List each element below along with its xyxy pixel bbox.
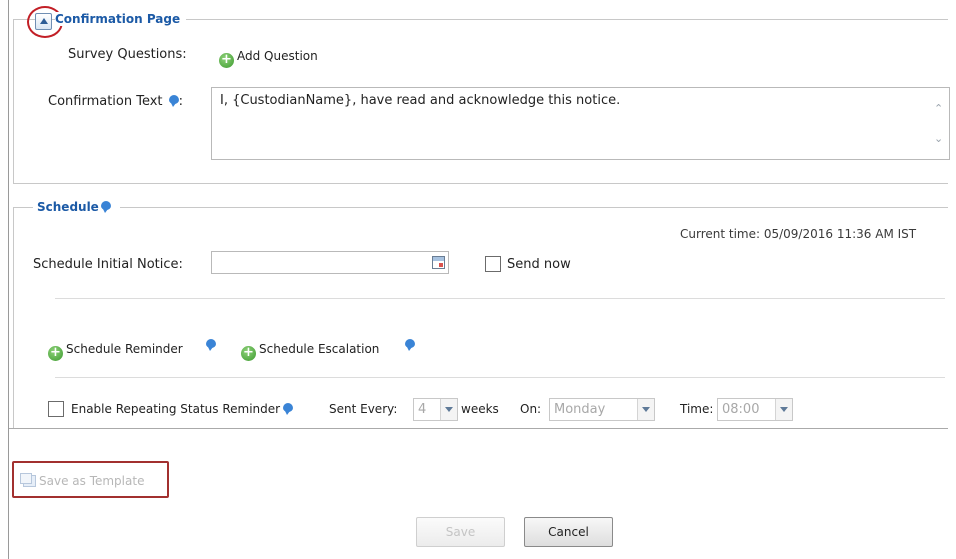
time-value: 08:00 [722, 402, 760, 417]
save-as-template-label: Save as Template [39, 474, 145, 488]
info-icon[interactable] [168, 95, 179, 107]
confirmation-text-field[interactable]: I, {CustodianName}, have read and acknow… [211, 87, 950, 160]
current-time-text: Current time: 05/09/2016 11:36 AM IST [680, 227, 917, 241]
schedule-divider-2 [55, 377, 945, 378]
save-as-template-button[interactable]: Save as Template [20, 473, 145, 488]
send-now-checkbox[interactable] [485, 256, 501, 272]
chevron-down-icon[interactable] [637, 399, 654, 420]
time-label: Time: [680, 402, 714, 416]
schedule-divider-1 [55, 298, 945, 299]
confirmation-section-left-border [13, 19, 14, 184]
schedule-section-title: Schedule [37, 200, 117, 214]
save-button[interactable]: Save [416, 517, 505, 547]
info-icon[interactable] [283, 403, 294, 415]
schedule-escalation-button[interactable]: + Schedule Escalation [241, 342, 379, 361]
schedule-reminder-button[interactable]: + Schedule Reminder [48, 342, 183, 361]
confirmation-section-title: Confirmation Page [55, 12, 187, 26]
schedule-reminder-label: Schedule Reminder [66, 342, 183, 356]
scroll-down-icon[interactable]: ⌄ [934, 132, 943, 145]
add-icon: + [219, 53, 234, 68]
info-icon[interactable] [405, 339, 415, 351]
sent-every-label: Sent Every: [329, 402, 398, 416]
enable-repeating-label: Enable Repeating Status Reminder [71, 402, 294, 416]
sent-every-value: 4 [418, 402, 427, 417]
schedule-section-top-left [13, 207, 33, 208]
schedule-initial-notice-label: Schedule Initial Notice: [33, 257, 183, 272]
info-icon[interactable] [100, 201, 111, 213]
confirmation-text-value: I, {CustodianName}, have read and acknow… [220, 93, 621, 108]
chevron-down-icon[interactable] [775, 399, 792, 420]
add-question-label: Add Question [237, 49, 318, 63]
cancel-button[interactable]: Cancel [524, 517, 613, 547]
info-icon[interactable] [206, 339, 216, 351]
footer-divider [9, 428, 948, 429]
time-select[interactable]: 08:00 [717, 398, 793, 421]
schedule-section-left-border [13, 207, 14, 429]
confirmation-text-colon: : [178, 94, 184, 109]
on-day-select[interactable]: Monday [549, 398, 655, 421]
add-icon: + [241, 346, 256, 361]
enable-repeating-text: Enable Repeating Status Reminder [71, 402, 281, 416]
enable-repeating-checkbox[interactable] [48, 401, 64, 417]
calendar-icon[interactable] [432, 256, 445, 269]
on-label: On: [520, 402, 542, 416]
initial-notice-date-input[interactable] [211, 251, 449, 274]
confirmation-text-label-text: Confirmation Text [48, 94, 163, 109]
survey-questions-label: Survey Questions: [68, 47, 187, 62]
scroll-up-icon[interactable]: ⌃ [934, 102, 943, 115]
confirmation-text-label: Confirmation Text : [48, 94, 183, 109]
textarea-scrollbar[interactable]: ⌃ ⌄ [929, 88, 949, 159]
schedule-section-top-border [120, 207, 948, 208]
confirmation-section-bottom-border [13, 183, 948, 184]
on-day-value: Monday [554, 402, 606, 417]
schedule-escalation-label: Schedule Escalation [259, 342, 380, 356]
add-icon: + [48, 346, 63, 361]
schedule-title-text: Schedule [37, 200, 99, 214]
weeks-label: weeks [461, 402, 499, 416]
send-now-label: Send now [507, 257, 571, 272]
sent-every-select[interactable]: 4 [413, 398, 458, 421]
template-icon [20, 473, 36, 487]
chevron-down-icon[interactable] [440, 399, 457, 420]
add-question-button[interactable]: + Add Question [219, 49, 318, 68]
